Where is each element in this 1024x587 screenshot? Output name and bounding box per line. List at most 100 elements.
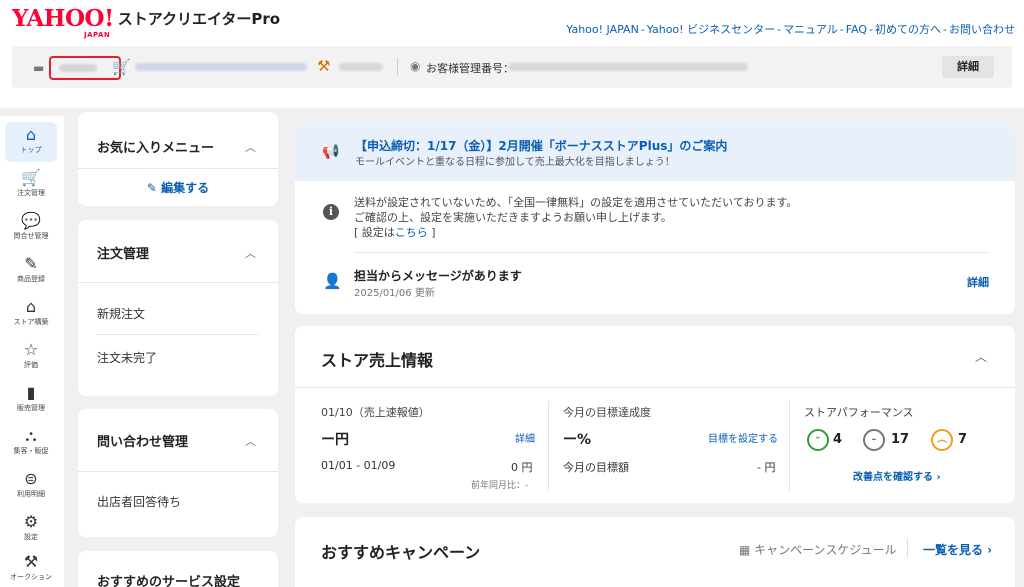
campaign-card: おすすめキャンペーン ▦ キャンペーンスケジュール 一覧を見る › xyxy=(295,517,1015,587)
divider xyxy=(295,387,1015,388)
notice-title[interactable]: 【申込締切：1/17（金）】2月開催「ボーナスストアPlus」のご案内 xyxy=(355,137,727,154)
yahoo-logo[interactable]: YAHOO! JAPAN ストアクリエイターPro xyxy=(12,5,281,40)
nav-label: 利用明細 xyxy=(17,490,45,498)
chevron-up-icon[interactable]: ︿ xyxy=(245,139,256,155)
schedule-label: キャンペーンスケジュール xyxy=(754,543,897,557)
nav-label: オークション xyxy=(10,573,52,581)
divider xyxy=(78,282,278,283)
store-info-bar: ▬ 🛒 ⚒ ◉ お客様管理番号： 詳細 xyxy=(12,46,1012,88)
see-all-campaigns-link[interactable]: 一覧を見る › xyxy=(923,541,992,558)
infobar-divider xyxy=(397,58,398,76)
nav-top[interactable]: ⌂ トップ xyxy=(5,122,57,162)
header: YAHOO! JAPAN ストアクリエイターPro Yahoo! JAPAN - Y… xyxy=(0,0,1024,108)
customer-number-redacted xyxy=(508,63,748,71)
campaign-title: おすすめキャンペーン xyxy=(321,543,481,562)
daily-sales-detail-link[interactable]: 詳細 xyxy=(515,430,535,445)
link-separator: - xyxy=(777,23,782,36)
incomplete-orders-link[interactable]: 注文未完了 xyxy=(97,349,157,366)
calendar-icon: ▦ xyxy=(739,543,755,557)
nav-auction[interactable]: ⚒ オークション xyxy=(5,549,57,587)
nav-store-build[interactable]: ⌂ ストア構築 xyxy=(5,294,57,334)
chevron-up-icon[interactable]: ︿ xyxy=(245,433,256,449)
campaign-schedule-link[interactable]: ▦ キャンペーンスケジュール xyxy=(739,541,896,558)
divider xyxy=(354,252,988,253)
awaiting-reply-link[interactable]: 出店者回答待ち xyxy=(97,493,181,510)
store-icon: ⌂ xyxy=(25,297,37,316)
column-divider xyxy=(789,401,790,491)
gear-icon: ⚙ xyxy=(23,512,39,531)
notices-panel: i 送料が設定されていないため、「全国一律無料」の設定を適用させていただいており… xyxy=(295,181,1015,314)
favorites-card: お気に入りメニュー ︿ ✎ 編集する xyxy=(78,112,278,206)
nav-settings[interactable]: ⚙ 設定 xyxy=(5,509,57,549)
nav-label: 注文管理 xyxy=(17,189,45,197)
notice-subtitle: モールイベントと重なる日程に参加して売上最大化を目指しましょう！ xyxy=(355,157,675,168)
app-name: ストアクリエイターPro xyxy=(117,10,281,28)
info-icon: i xyxy=(323,204,339,220)
store-name-redacted[interactable] xyxy=(135,63,307,71)
nav-label: トップ xyxy=(20,146,42,154)
nav-orders[interactable]: 🛒 注文管理 xyxy=(5,165,57,205)
link-business-center[interactable]: Yahoo! ビジネスセンター xyxy=(647,23,775,36)
shipping-notice-line1: 送料が設定されていないため、「全国一律無料」の設定を適用させていただいております… xyxy=(354,196,798,209)
shipping-notice-line3: [ 設定はこちら ] xyxy=(354,224,436,240)
divider xyxy=(78,471,278,472)
cart-icon: 🛒 xyxy=(112,58,131,76)
campaign-notice-banner[interactable]: 📢 【申込締切：1/17（金）】2月開催「ボーナスストアPlus」のご案内 モー… xyxy=(295,123,1015,181)
check-improvements-link[interactable]: 改善点を確認する › xyxy=(853,468,941,483)
link-yahoo-japan[interactable]: Yahoo! JAPAN xyxy=(566,23,639,36)
link-beginners[interactable]: 初めての方へ xyxy=(875,23,941,36)
cart-icon: 🛒 xyxy=(21,168,41,187)
person-icon: 👤 xyxy=(323,272,342,290)
nav-sales[interactable]: ▮ 販売管理 xyxy=(5,380,57,420)
shipping-settings-link[interactable]: こちら xyxy=(395,226,428,239)
period-label: 01/01 - 01/09 xyxy=(321,459,396,472)
chevron-up-icon[interactable]: ︿ xyxy=(975,348,987,365)
message-detail-link[interactable]: 詳細 xyxy=(967,274,989,290)
nav-label: 集客・販促 xyxy=(13,447,49,455)
orders-card: 注文管理 ︿ 新規注文 注文未完了 xyxy=(78,220,278,396)
link-separator: - xyxy=(640,23,645,36)
goal-amount-label: 今月の目標額 xyxy=(563,461,629,474)
bar-chart-icon: ▮ xyxy=(26,383,36,402)
good-count: 4 xyxy=(833,432,843,447)
nav-reviews[interactable]: ☆ 評価 xyxy=(5,337,57,377)
auction-gavel-icon: ⚒ xyxy=(317,57,331,75)
nav-label: 評価 xyxy=(24,361,38,369)
message-date: 2025/01/06 更新 xyxy=(354,288,435,299)
set-goal-link[interactable]: 目標を設定する xyxy=(708,430,778,445)
nav-label: 販売管理 xyxy=(17,404,45,412)
daily-sales-label: 01/10（売上速報値） xyxy=(321,406,430,419)
neutral-count: 17 xyxy=(891,432,910,447)
nav-inquiries[interactable]: 💬 問合せ管理 xyxy=(5,208,57,248)
period-value: 0 円 xyxy=(511,461,533,474)
chevron-up-icon[interactable]: ︿ xyxy=(245,245,256,261)
divider xyxy=(78,168,278,169)
store-id-highlight[interactable] xyxy=(49,56,121,80)
link-contact[interactable]: お問い合わせ xyxy=(949,23,1015,36)
logo-text: YAHOO! xyxy=(12,5,114,32)
nav-label: ストア構築 xyxy=(13,318,49,326)
detail-button[interactable]: 詳細 xyxy=(942,56,994,78)
neutral-face-icon: – xyxy=(863,429,885,451)
nav-label: 設定 xyxy=(24,533,38,541)
nav-products[interactable]: ✎ 商品登録 xyxy=(5,251,57,291)
nav-billing[interactable]: ⊜ 利用明細 xyxy=(5,466,57,506)
logo-japan-text: JAPAN xyxy=(84,31,111,39)
good-face-icon: ᵕ xyxy=(807,429,829,451)
link-separator: - xyxy=(943,23,947,36)
inquiries-title: 問い合わせ管理 xyxy=(97,435,189,450)
goal-value: ー% xyxy=(563,432,592,448)
link-faq[interactable]: FAQ xyxy=(846,23,867,36)
nav-label: 問合せ管理 xyxy=(13,232,49,240)
new-orders-link[interactable]: 新規注文 xyxy=(97,305,145,322)
chat-icon: 💬 xyxy=(21,211,41,230)
inquiries-card: 問い合わせ管理 ︿ 出店者回答待ち xyxy=(78,409,278,537)
edit-favorites-link[interactable]: ✎ 編集する xyxy=(78,179,278,196)
performance-label: ストアパフォーマンス xyxy=(804,406,914,419)
store-icon: ▬ xyxy=(33,61,45,75)
nav-promotion[interactable]: ⛬ 集客・販促 xyxy=(5,423,57,463)
megaphone-icon: 📢 xyxy=(322,144,340,160)
recommended-services-title: おすすめのサービス設定 xyxy=(97,575,241,587)
link-manual[interactable]: マニュアル xyxy=(783,23,838,36)
gavel-icon: ⚒ xyxy=(23,552,39,571)
